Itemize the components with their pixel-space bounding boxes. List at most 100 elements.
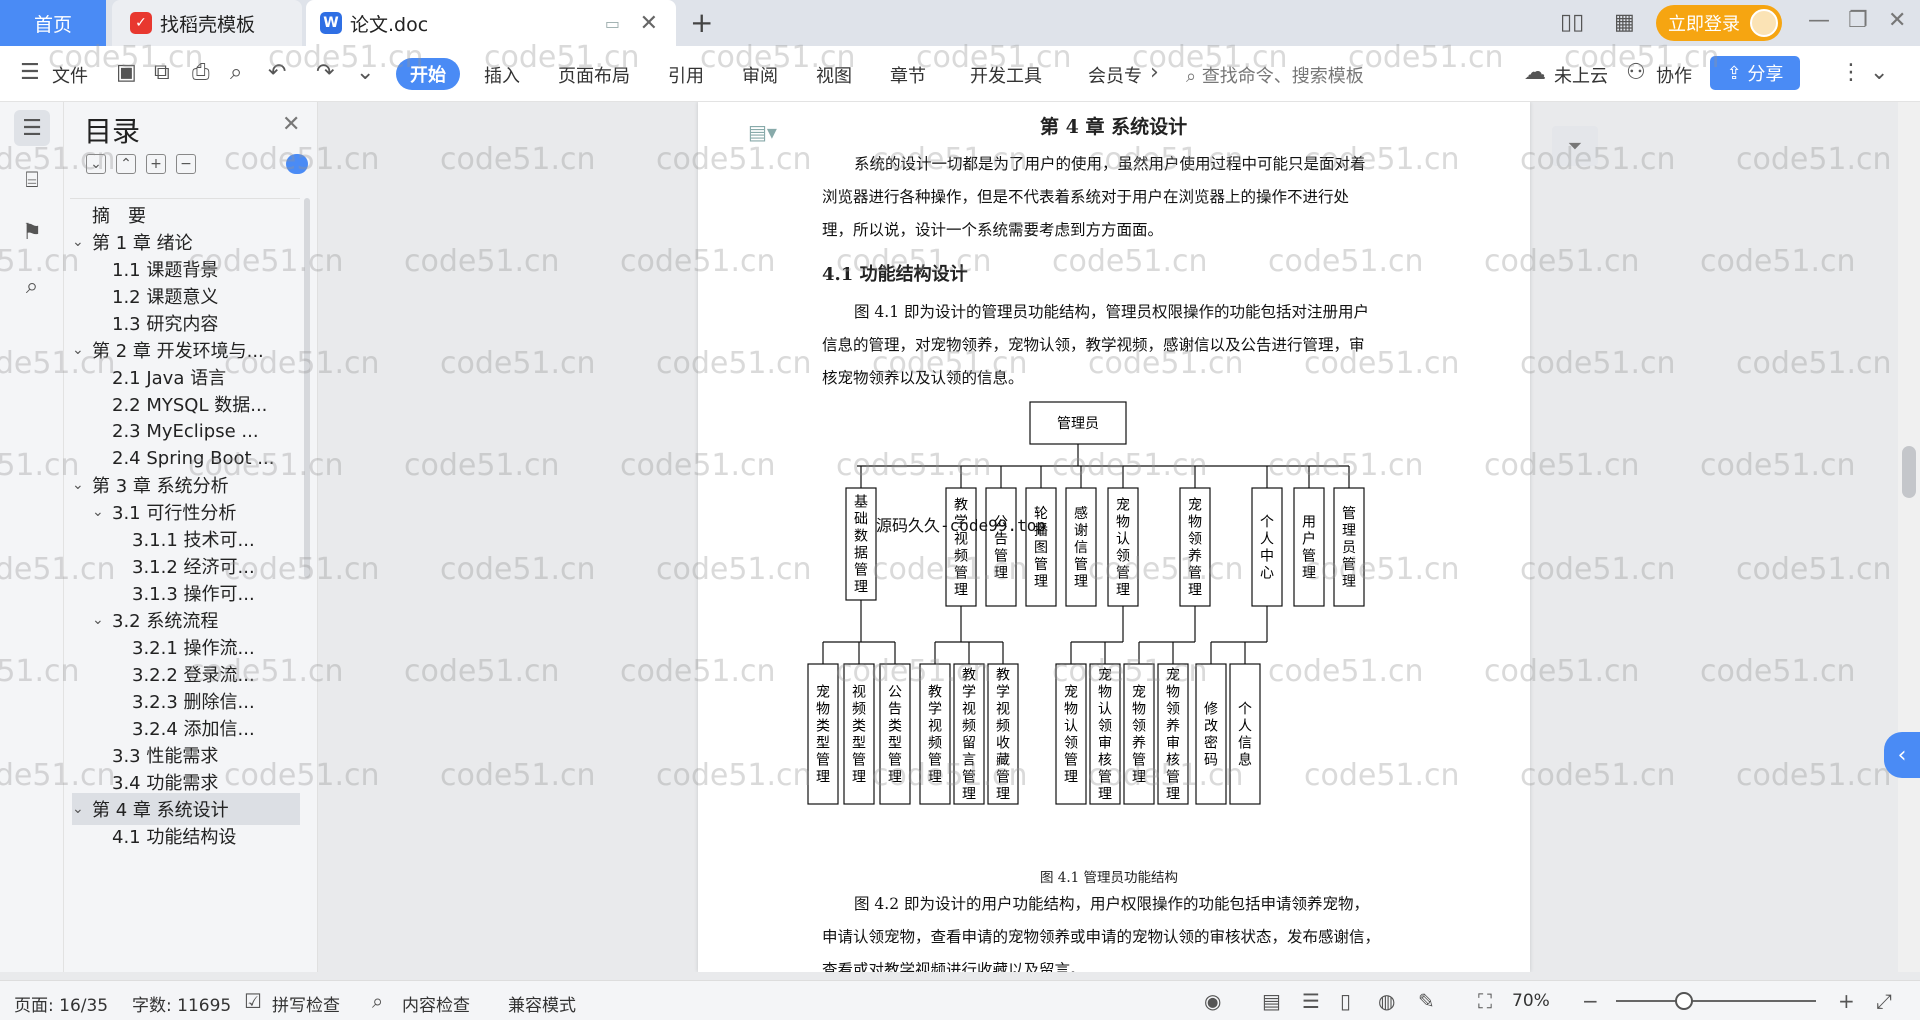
chevron-down-icon[interactable]: ⌄ [72, 801, 92, 817]
zoom-in-icon[interactable]: + [1838, 989, 1855, 1013]
tab-home[interactable]: 首页 [0, 0, 106, 46]
chevron-down-icon[interactable]: ⌄ [92, 504, 112, 520]
tab-developer[interactable]: 开发工具 [970, 62, 1042, 88]
toc-scrollbar[interactable] [304, 198, 310, 578]
toc-item-label: 第 2 章 开发环境与... [92, 341, 264, 362]
eye-protection-icon[interactable]: ◉ [1204, 989, 1221, 1013]
web-view-icon[interactable]: ◍ [1378, 989, 1395, 1013]
toc-item-label: 1.3 研究内容 [112, 314, 219, 335]
read-view-icon[interactable]: ▯ [1340, 989, 1351, 1013]
tab-references[interactable]: 引用 [668, 62, 704, 88]
document-area: ▤▾ 第 4 章 系统设计 系统的设计一切都是为了用户的使用，虽然用户使用过程中… [318, 102, 1902, 972]
scroll-thumb[interactable] [1902, 446, 1916, 498]
toc-item-label: 3.1.1 技术可... [132, 530, 255, 551]
section-heading: 4.1 功能结构设计 [822, 264, 968, 285]
word-doc-icon: W [320, 12, 342, 34]
toc-item-label: 2.2 MYSQL 数据... [112, 395, 268, 416]
tab-chapter[interactable]: 章节 [890, 62, 926, 88]
tab-template[interactable]: ✓ 找稻壳模板 [112, 0, 302, 46]
share-button[interactable]: ⇪ 分享 [1710, 56, 1800, 90]
vertical-scrollbar[interactable] [1898, 102, 1920, 972]
minimize-icon[interactable]: — [1808, 8, 1830, 33]
level1-node-label: 管理员管理 [1342, 506, 1356, 590]
collapse-ribbon-icon[interactable]: ⌄ [1870, 60, 1888, 85]
toc-item-label: 第 4 章 系统设计 [92, 800, 229, 821]
redo-icon[interactable]: ↷ [316, 60, 334, 85]
tab-review[interactable]: 审阅 [742, 62, 778, 88]
zoom-level[interactable]: 70% [1512, 991, 1550, 1011]
compat-mode-label: 兼容模式 [508, 996, 576, 1016]
content-check-button[interactable]: 内容检查 [402, 991, 470, 1016]
tab-insert[interactable]: 插入 [484, 62, 520, 88]
zoom-slider[interactable] [1616, 1000, 1816, 1002]
zoom-slider-handle[interactable] [1675, 992, 1693, 1010]
cloud-icon[interactable]: ☁ [1524, 60, 1546, 85]
undo-icon[interactable]: ↶ [268, 60, 286, 85]
para2-line-1: 图 4.2 即为设计的用户功能结构，用户权限操作的功能包括申请领养宠物， [854, 895, 1370, 913]
fit-page-icon[interactable]: ⛶ [1478, 989, 1492, 1013]
toc-item-label: 3.3 性能需求 [112, 746, 219, 767]
toc-panel: 目录 ✕ ⌄ ⌃ + − 摘 要 ⌄ 第 1 章 绪论 1.1 课题背景 1.2 课题意… [64, 102, 318, 972]
tab-document[interactable]: W 论文.doc ▭ ✕ [306, 0, 676, 46]
search-icon: ⌕ [1186, 66, 1202, 87]
print-icon[interactable]: ⎙ [192, 60, 210, 85]
monitor-icon[interactable]: ▭ [605, 14, 620, 33]
new-tab-button[interactable]: + [690, 6, 713, 39]
filter-icon[interactable]: ⏷ [1552, 126, 1598, 166]
file-menu[interactable]: 文件 [52, 62, 88, 88]
write-mode-icon[interactable]: ✎ [1418, 989, 1435, 1013]
close-tab-icon[interactable]: ✕ [640, 11, 658, 36]
restore-icon[interactable]: ❐ [1848, 8, 1868, 33]
tab-document-label: 论文.doc [350, 13, 429, 36]
toc-nav-icon[interactable]: ☰ [14, 110, 50, 146]
toc-item-label: 第 3 章 系统分析 [92, 476, 229, 497]
page-format-icon[interactable]: ▤▾ [748, 120, 777, 144]
collapse-all-icon[interactable]: ⌄ [86, 154, 106, 174]
print-preview-icon[interactable]: ⌕ [230, 60, 242, 85]
menu-icon[interactable]: ☰ [20, 60, 40, 85]
tab-start[interactable]: 开始 [396, 58, 460, 90]
spell-check-icon: ☑ [244, 989, 262, 1013]
save-icon[interactable]: ▣ [116, 60, 137, 85]
login-button[interactable]: 立即登录 [1656, 5, 1782, 41]
tab-member[interactable]: 会员专 [1088, 62, 1142, 88]
outline-view-icon[interactable]: ☰ [1302, 989, 1320, 1013]
spell-check-button[interactable]: 拼写检查 [272, 991, 340, 1016]
export-icon[interactable]: ⧉ [154, 60, 170, 85]
more-quick-icon[interactable]: ⌄ [356, 60, 374, 85]
word-count[interactable]: 字数: 11695 [132, 991, 231, 1016]
fullscreen-icon[interactable]: ⤢ [1876, 989, 1892, 1013]
command-search-input[interactable]: ⌕ 查找命令、搜索模板 [1186, 62, 1364, 88]
close-window-icon[interactable]: ✕ [1888, 8, 1906, 33]
add-heading-icon[interactable]: + [146, 154, 166, 174]
cloud-status[interactable]: 未上云 [1554, 62, 1608, 88]
tab-more-icon[interactable]: › [1150, 60, 1159, 85]
chevron-down-icon[interactable]: ⌄ [72, 234, 92, 250]
find-icon[interactable]: ⌕ [14, 268, 50, 304]
tab-page-layout[interactable]: 页面布局 [558, 62, 630, 88]
toc-item[interactable]: 4.1 功能结构设 [92, 820, 300, 852]
collab-icon[interactable]: ⚇ [1626, 60, 1646, 85]
ai-assistant-icon[interactable] [286, 154, 308, 174]
page-view-icon[interactable]: ▤ [1262, 989, 1281, 1013]
share-icon: ⇪ [1726, 62, 1748, 84]
page-indicator[interactable]: 页面: 16/35 [14, 991, 108, 1016]
more-options-icon[interactable]: ⋮ [1840, 60, 1862, 85]
chevron-down-icon[interactable]: ⌄ [72, 342, 92, 358]
tab-view[interactable]: 视图 [816, 62, 852, 88]
remove-heading-icon[interactable]: − [176, 154, 196, 174]
chevron-down-icon[interactable]: ⌄ [72, 477, 92, 493]
layout-icon[interactable]: ▯▯ [1560, 10, 1584, 35]
document-page[interactable]: ▤▾ 第 4 章 系统设计 系统的设计一切都是为了用户的使用，虽然用户使用过程中… [698, 102, 1530, 972]
chevron-down-icon[interactable]: ⌄ [92, 612, 112, 628]
para1-line-2: 信息的管理，对宠物领养，宠物认领，教学视频，感谢信以及公告进行管理，审 [822, 336, 1365, 354]
side-panel-toggle-icon[interactable]: ‹ [1884, 732, 1920, 778]
chapter-nav-icon[interactable]: ⌸ [14, 162, 50, 198]
bookmark-icon[interactable]: ⚑ [14, 214, 50, 250]
zoom-out-icon[interactable]: − [1582, 989, 1599, 1013]
grid-apps-icon[interactable]: ▦ [1614, 10, 1635, 35]
collab-button[interactable]: 协作 [1656, 62, 1692, 88]
close-icon[interactable]: ✕ [282, 112, 300, 137]
expand-all-icon[interactable]: ⌃ [116, 154, 136, 174]
overlay-watermark-text: 源码久久-code99.top [876, 516, 1046, 535]
